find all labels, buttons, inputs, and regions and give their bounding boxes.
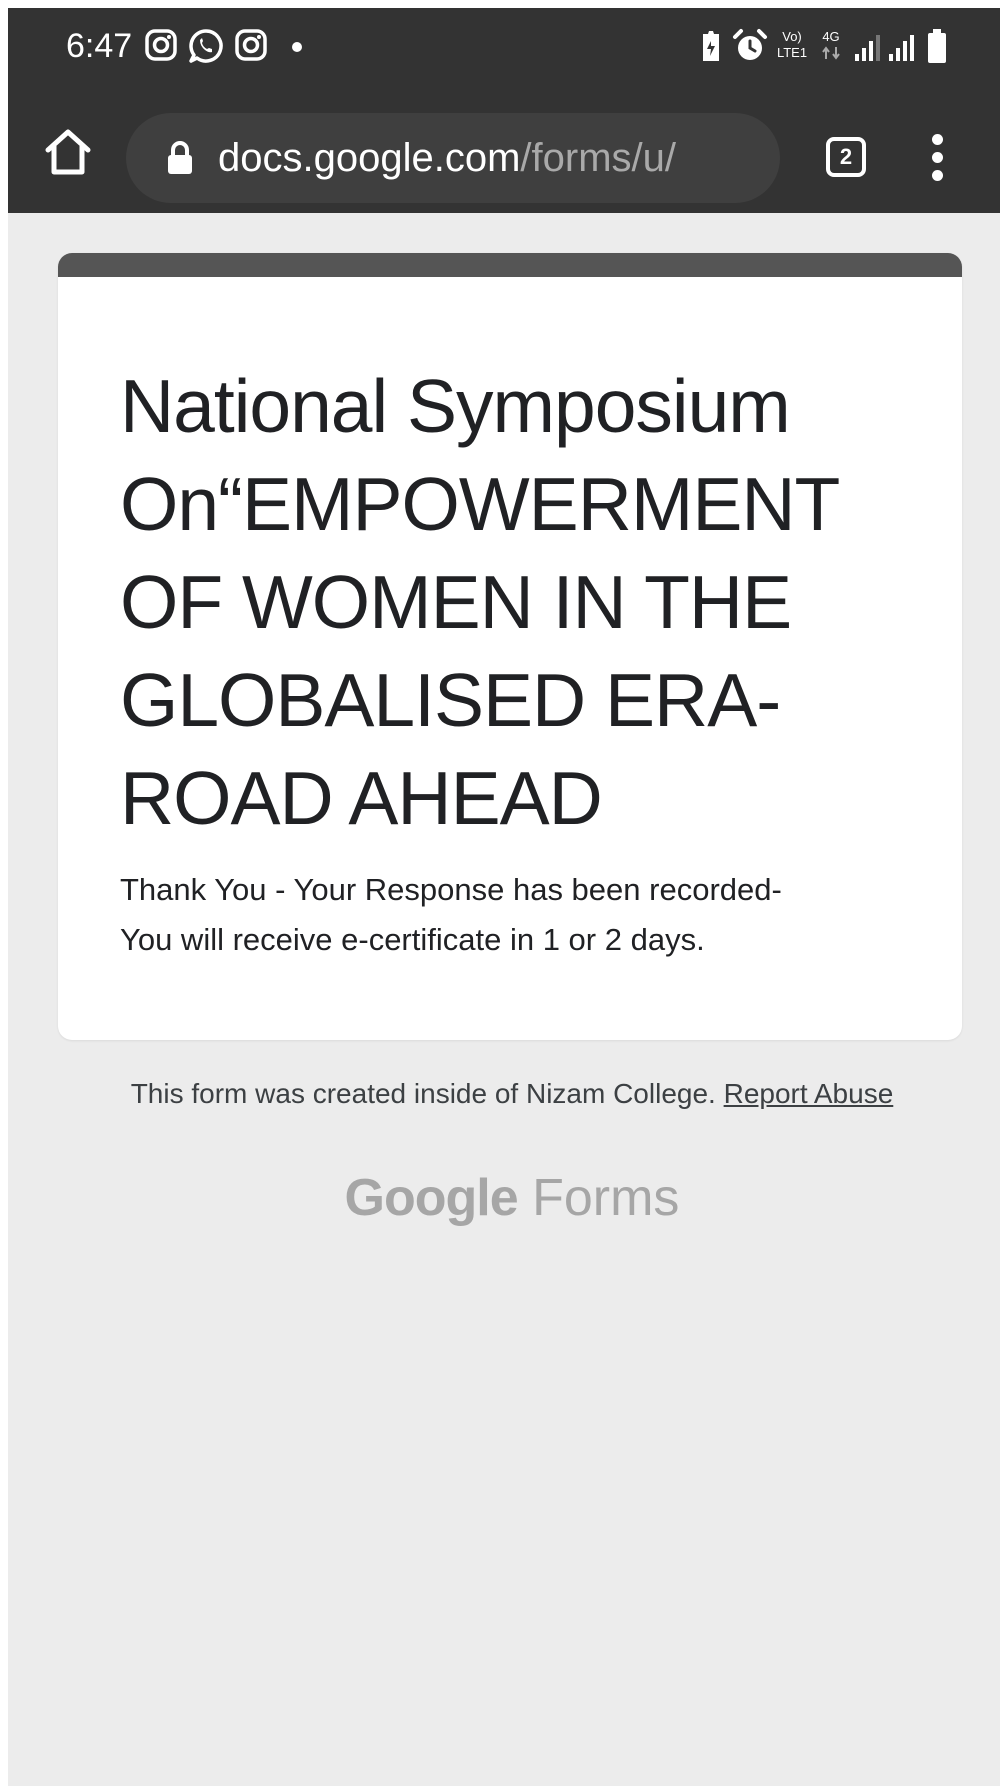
- status-bar: 6:47 Vo) LTE1 4G: [8, 8, 1000, 92]
- confirmation-line-2: You will receive e-certificate in 1 or 2…: [120, 922, 705, 957]
- volte-icon: Vo) LTE1: [774, 30, 810, 62]
- whatsapp-icon: [189, 29, 223, 63]
- overflow-menu-icon[interactable]: [928, 134, 948, 182]
- status-time: 6:47: [66, 27, 133, 65]
- instagram-icon: [235, 29, 267, 61]
- brand-google: Google: [344, 1169, 519, 1227]
- data-arrows-icon: [822, 46, 840, 60]
- instagram-icon: [145, 29, 177, 61]
- network-type-label: 4G: [822, 29, 840, 44]
- alarm-icon: [733, 29, 767, 60]
- brand-forms: Forms: [532, 1169, 680, 1227]
- signal-icon: [889, 35, 914, 61]
- signal-icon: [855, 35, 880, 61]
- confirmation-line-1: Thank You - Your Response has been recor…: [120, 872, 782, 907]
- report-abuse-link[interactable]: Report Abuse: [724, 1078, 894, 1109]
- footer-note-text: This form was created inside of Nizam Co…: [130, 1078, 716, 1109]
- browser-toolbar: docs.google.com/forms/u/ 2: [8, 92, 1000, 213]
- card-accent-bar: [58, 253, 962, 277]
- google-forms-logo[interactable]: Google Forms: [8, 1166, 1000, 1230]
- lte-label: LTE1: [776, 45, 808, 60]
- volte-label: Vo): [782, 29, 802, 44]
- url-host: docs.google.com: [218, 136, 521, 180]
- address-bar[interactable]: docs.google.com/forms/u/: [126, 113, 780, 203]
- phone-screen: 6:47 Vo) LTE1 4G docs.google.com/forms/u…: [8, 8, 1000, 1786]
- url-text: docs.google.com/forms/u/: [218, 133, 676, 183]
- 4g-data-icon: 4G: [818, 30, 844, 62]
- confirmation-message: Thank You - Your Response has been recor…: [120, 865, 920, 965]
- form-card: National Symposium On“EMPOWERMENT OF WOM…: [58, 253, 962, 1040]
- battery-icon: [928, 29, 946, 63]
- home-icon[interactable]: [42, 126, 94, 178]
- form-title: National Symposium On“EMPOWERMENT OF WOM…: [120, 364, 839, 840]
- lock-icon: [168, 141, 192, 174]
- battery-saver-icon: [703, 31, 719, 61]
- tab-switcher-icon[interactable]: 2: [826, 137, 866, 177]
- url-path: /forms/u/: [520, 136, 676, 180]
- footer-note: This form was created inside of Nizam Co…: [8, 1074, 1000, 1114]
- notification-dot-icon: [292, 42, 302, 52]
